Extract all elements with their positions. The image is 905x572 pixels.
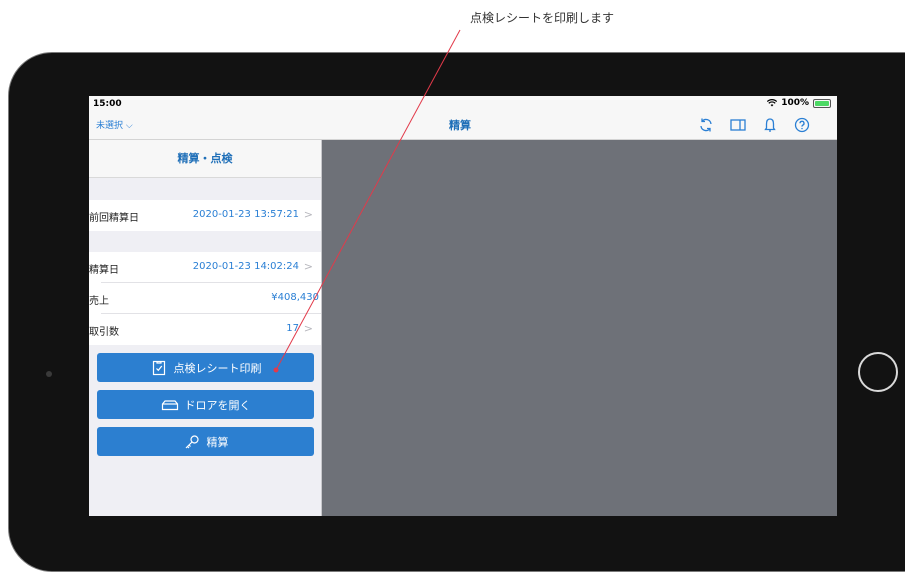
- annotation-pointer: [273, 29, 461, 373]
